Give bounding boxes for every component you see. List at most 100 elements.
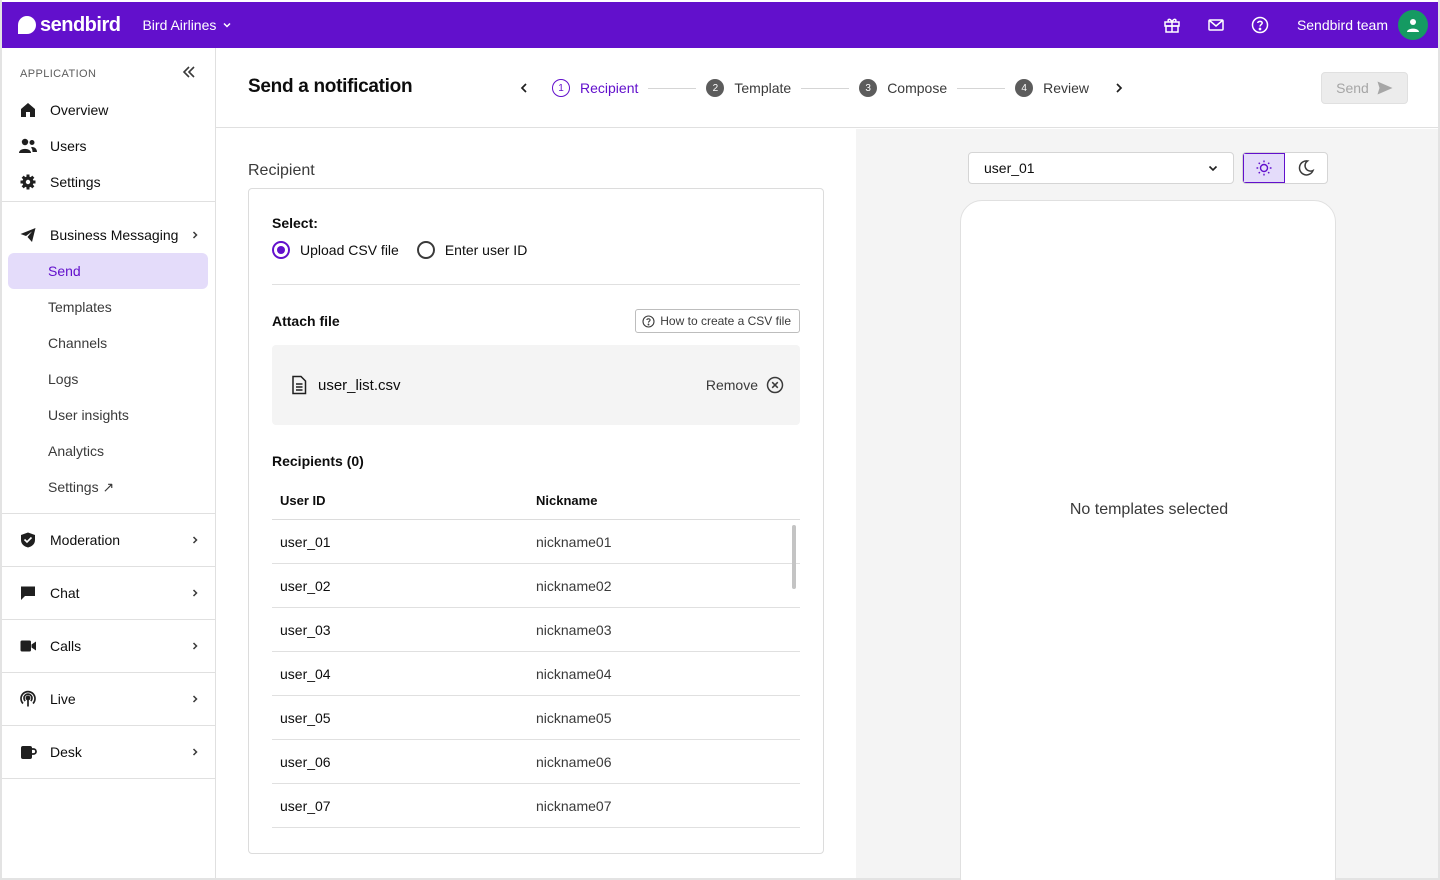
chevron-right-icon[interactable] bbox=[1107, 76, 1131, 100]
light-theme-button[interactable] bbox=[1243, 153, 1285, 183]
step-connector bbox=[957, 87, 1006, 89]
file-icon bbox=[290, 375, 308, 395]
recipients-table: User ID Nickname user_01 nickname01 user_… bbox=[272, 481, 800, 828]
sidebar-item-settings[interactable]: Settings bbox=[8, 164, 208, 200]
sendbird-logo[interactable]: sendbird bbox=[18, 13, 121, 37]
chevron-right-icon bbox=[190, 694, 200, 704]
preview-panel: user_01 No templates selected bbox=[856, 129, 1438, 880]
desk-icon bbox=[18, 742, 38, 762]
send-button[interactable]: Send bbox=[1321, 72, 1408, 104]
attach-file-label: Attach file bbox=[272, 313, 340, 329]
gift-icon[interactable] bbox=[1161, 14, 1183, 36]
user-name[interactable]: Sendbird team bbox=[1297, 17, 1388, 33]
recipient-panel: Recipient Select: Upload CSV file Enter … bbox=[216, 129, 856, 878]
gear-icon bbox=[18, 172, 38, 192]
cell-user-id: user_07 bbox=[280, 797, 331, 814]
chevron-right-icon bbox=[190, 230, 200, 240]
sidebar-item-label: Calls bbox=[50, 638, 82, 654]
shield-icon bbox=[18, 530, 38, 550]
user-icon bbox=[1407, 19, 1419, 32]
sidebar-item-live[interactable]: Live bbox=[8, 681, 208, 717]
chevron-down-icon bbox=[1208, 165, 1218, 172]
sidebar-item-label: Overview bbox=[50, 102, 109, 118]
sidebar: APPLICATION Overview Users Settings Busi… bbox=[2, 48, 216, 878]
dark-theme-button[interactable] bbox=[1285, 153, 1327, 183]
chevron-down-icon bbox=[223, 22, 231, 28]
step-label: Review bbox=[1043, 80, 1090, 96]
logo-text: sendbird bbox=[40, 13, 121, 36]
table-scrollbar[interactable] bbox=[792, 525, 796, 589]
step-label: Compose bbox=[887, 80, 948, 96]
sidebar-item-users[interactable]: Users bbox=[8, 128, 208, 164]
cell-nickname: nickname02 bbox=[536, 577, 612, 594]
table-row: user_07 nickname07 bbox=[272, 784, 800, 828]
sidebar-item-label: Business Messaging bbox=[50, 227, 179, 243]
sidebar-item-channels[interactable]: Channels bbox=[8, 325, 208, 361]
preview-user-select[interactable]: user_01 bbox=[968, 152, 1234, 184]
sidebar-divider bbox=[2, 201, 216, 202]
cell-nickname: nickname06 bbox=[536, 753, 612, 770]
sidebar-item-label: Chat bbox=[50, 585, 80, 601]
sidebar-item-desk[interactable]: Desk bbox=[8, 734, 208, 770]
select-label: Select: bbox=[272, 215, 318, 231]
step-connector bbox=[648, 87, 697, 89]
sidebar-item-overview[interactable]: Overview bbox=[8, 92, 208, 128]
option-label: Upload CSV file bbox=[300, 242, 399, 258]
mail-icon[interactable] bbox=[1205, 14, 1227, 36]
sidebar-divider bbox=[2, 566, 216, 567]
chat-icon bbox=[18, 583, 38, 603]
step-connector bbox=[801, 87, 850, 89]
table-header: User ID Nickname bbox=[272, 481, 800, 520]
video-icon bbox=[18, 636, 38, 656]
column-header-nickname: Nickname bbox=[536, 492, 598, 508]
enter-user-id-option[interactable]: Enter user ID bbox=[416, 241, 528, 259]
chevron-left-icon[interactable] bbox=[512, 76, 536, 100]
recipient-type-radio-group: Upload CSV file Enter user ID bbox=[272, 241, 545, 259]
table-row: user_01 nickname01 bbox=[272, 520, 800, 564]
step-review[interactable]: 4 Review bbox=[1015, 79, 1089, 97]
sidebar-divider bbox=[2, 778, 216, 779]
sidebar-divider bbox=[2, 672, 216, 673]
sidebar-item-user-insights[interactable]: User insights bbox=[8, 397, 208, 433]
section-title: Recipient bbox=[248, 162, 315, 179]
collapse-sidebar-icon[interactable] bbox=[181, 64, 197, 85]
home-icon bbox=[18, 100, 38, 120]
help-icon[interactable] bbox=[1249, 14, 1271, 36]
users-icon bbox=[18, 136, 38, 156]
sidebar-item-logs[interactable]: Logs bbox=[8, 361, 208, 397]
sidebar-item-bm-settings[interactable]: Settings ↗ bbox=[8, 469, 208, 505]
avatar[interactable] bbox=[1398, 10, 1428, 40]
upload-csv-option[interactable]: Upload CSV file bbox=[272, 241, 399, 259]
sendbird-logo-icon bbox=[18, 16, 36, 34]
sidebar-item-templates[interactable]: Templates bbox=[8, 289, 208, 325]
broadcast-icon bbox=[18, 689, 38, 709]
sidebar-item-chat[interactable]: Chat bbox=[8, 575, 208, 611]
how-to-create-csv-button[interactable]: How to create a CSV file bbox=[635, 309, 800, 333]
remove-file-button[interactable]: Remove bbox=[706, 376, 784, 394]
cell-user-id: user_05 bbox=[280, 709, 331, 726]
help-icon bbox=[642, 314, 655, 328]
send-icon bbox=[1377, 81, 1393, 95]
step-number: 1 bbox=[552, 79, 570, 97]
notification-preview-device: No templates selected bbox=[960, 200, 1336, 880]
cell-nickname: nickname05 bbox=[536, 709, 612, 726]
sidebar-item-send[interactable]: Send bbox=[8, 253, 208, 289]
step-compose[interactable]: 3 Compose bbox=[859, 79, 947, 97]
organization-switcher[interactable]: Bird Airlines bbox=[142, 17, 232, 33]
sidebar-item-business-messaging[interactable]: Business Messaging bbox=[8, 217, 208, 253]
sidebar-item-calls[interactable]: Calls bbox=[8, 628, 208, 664]
radio-checked[interactable] bbox=[272, 241, 290, 259]
option-label: Enter user ID bbox=[444, 242, 528, 258]
radio-unchecked[interactable] bbox=[416, 241, 435, 259]
chevron-right-icon bbox=[190, 535, 200, 545]
cell-user-id: user_03 bbox=[280, 621, 331, 638]
sidebar-item-label: Live bbox=[50, 691, 76, 707]
step-template[interactable]: 2 Template bbox=[706, 79, 791, 97]
chevron-right-icon bbox=[190, 641, 200, 651]
sidebar-divider bbox=[2, 513, 216, 514]
sidebar-item-analytics[interactable]: Analytics bbox=[8, 433, 208, 469]
sidebar-item-moderation[interactable]: Moderation bbox=[8, 522, 208, 558]
step-recipient[interactable]: 1 Recipient bbox=[552, 79, 638, 97]
howto-label: How to create a CSV file bbox=[660, 314, 791, 328]
sidebar-section-label: APPLICATION bbox=[20, 68, 97, 80]
